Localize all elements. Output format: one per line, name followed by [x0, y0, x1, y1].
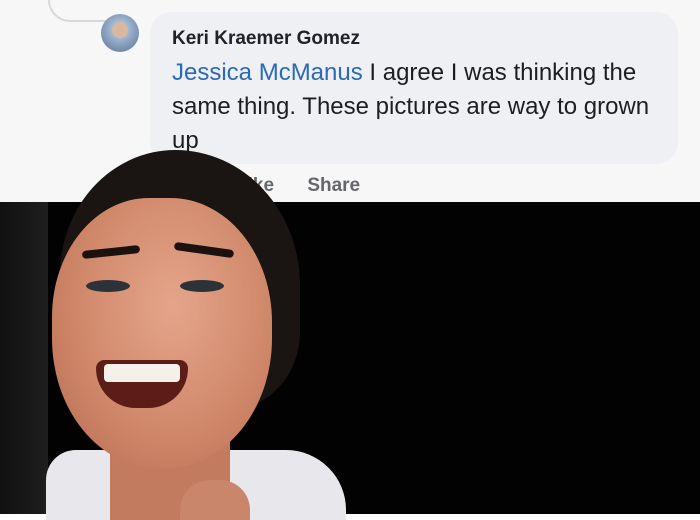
right-eye: [180, 280, 224, 292]
left-eyebrow: [81, 244, 141, 260]
author-avatar[interactable]: [101, 14, 139, 52]
person-face: [52, 198, 272, 468]
comment-bubble: Keri Kraemer Gomez Jessica McManus I agr…: [150, 12, 678, 164]
person-teeth: [104, 364, 180, 382]
reply-thread-line: [48, 0, 110, 22]
right-eyebrow: [173, 241, 235, 259]
left-eye: [86, 280, 130, 292]
comment-author-name[interactable]: Keri Kraemer Gomez: [172, 28, 656, 50]
person-mouth: [96, 360, 188, 408]
mention-link[interactable]: Jessica McManus: [172, 59, 363, 86]
person-video-overlay: [40, 150, 350, 520]
comment-text: Jessica McManus I agree I was thinking t…: [172, 56, 672, 158]
